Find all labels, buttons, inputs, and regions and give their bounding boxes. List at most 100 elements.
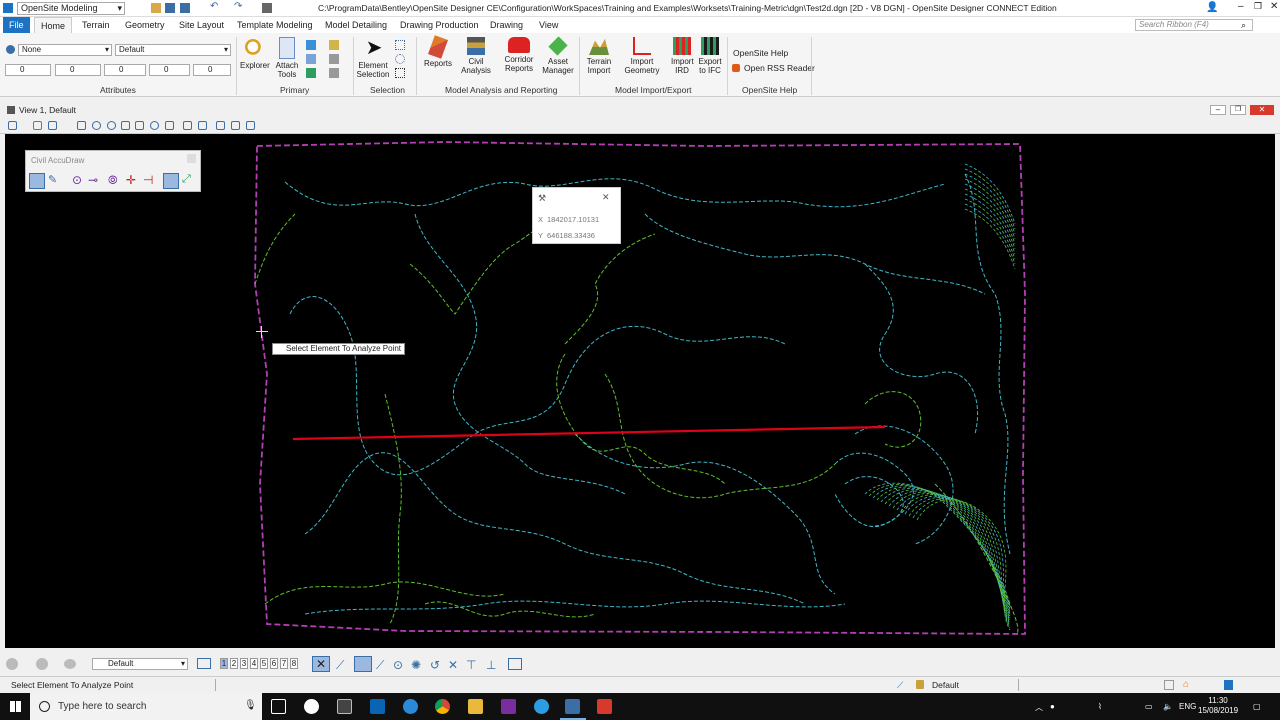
home-icon[interactable]: ⌂	[1183, 679, 1189, 690]
import-ird-button[interactable]: Import IRD	[669, 37, 695, 75]
reports-button[interactable]: Reports	[421, 35, 455, 69]
close-icon[interactable]: ✕	[1270, 1, 1278, 12]
snap-tangent-icon[interactable]: ↺	[430, 658, 440, 672]
edge-icon[interactable]	[403, 699, 418, 714]
select-circle-icon[interactable]	[395, 54, 405, 64]
save-icon[interactable]	[151, 3, 161, 13]
history-icon[interactable]	[64, 659, 76, 669]
terrain-import-button[interactable]: Terrain Import	[582, 37, 616, 75]
color-dropdown[interactable]: 0	[5, 64, 51, 76]
task-view-icon[interactable]	[271, 699, 286, 714]
station-offset-icon[interactable]: ⊣	[143, 173, 159, 189]
view-button-6[interactable]: 6	[270, 658, 278, 669]
fit-view-icon[interactable]	[135, 121, 144, 130]
microphone-icon[interactable]: 🎙	[244, 700, 257, 711]
analyze-point-icon[interactable]	[163, 173, 179, 189]
calculator-icon[interactable]	[337, 699, 352, 714]
models-icon[interactable]	[306, 54, 316, 64]
back-icon[interactable]	[6, 658, 18, 670]
snap-center-icon[interactable]: ⊙	[393, 658, 403, 672]
accudraw-settings-icon[interactable]: ✎	[48, 173, 64, 189]
maximize-icon[interactable]: ❐	[1254, 1, 1262, 12]
export-ifc-button[interactable]: Export to IFC	[696, 37, 724, 75]
app-icon[interactable]	[3, 3, 13, 13]
tab-model-detailing[interactable]: Model Detailing	[319, 17, 393, 33]
snap-nearest-icon[interactable]: ⟋	[336, 658, 344, 673]
snap-perp-icon[interactable]: ⟋	[376, 658, 384, 673]
tray-chevron-icon[interactable]: ︿	[1035, 702, 1043, 713]
zoom-in-icon[interactable]	[92, 121, 101, 130]
accudraw-toggle-icon[interactable]	[29, 173, 45, 189]
opensite-icon[interactable]	[304, 699, 319, 714]
accudraw-close-icon[interactable]	[187, 154, 196, 163]
chrome-icon[interactable]	[435, 699, 450, 714]
keyboard-language[interactable]: ENG	[1179, 702, 1196, 711]
asset-manager-button[interactable]: Asset Manager	[540, 36, 576, 75]
tab-drawing[interactable]: Drawing	[484, 17, 529, 33]
civil-analysis-button[interactable]: Civil Analysis	[456, 37, 496, 75]
fence-icon[interactable]	[329, 54, 339, 64]
outlook-icon[interactable]	[370, 699, 385, 714]
tab-template-modeling[interactable]: Template Modeling	[231, 17, 319, 33]
snap-keypoint-icon[interactable]: ✕	[312, 656, 330, 672]
element-selection-status-icon[interactable]: ⟋	[897, 680, 903, 691]
view-button-4[interactable]: 4	[250, 658, 258, 669]
tab-file[interactable]: File	[3, 17, 30, 33]
window-area-icon[interactable]	[121, 121, 130, 130]
view-button-7[interactable]: 7	[280, 658, 288, 669]
camera-icon[interactable]	[246, 121, 255, 130]
snap-parallel-icon[interactable]: ⊤	[466, 658, 476, 672]
view-button-3[interactable]: 3	[240, 658, 248, 669]
snap-origin-icon[interactable]: ✺	[411, 658, 421, 672]
open-icon[interactable]	[165, 3, 175, 13]
view-button-8[interactable]: 8	[290, 658, 298, 669]
display-style-icon[interactable]	[329, 40, 339, 50]
import-geometry-button[interactable]: Import Geometry	[620, 37, 664, 75]
text-style-dropdown[interactable]: Default ▾	[115, 44, 231, 56]
taskbar-search-input[interactable]: Type here to search 🎙	[30, 693, 262, 720]
view-next-icon[interactable]	[183, 121, 192, 130]
undo-icon[interactable]: ↶	[210, 1, 220, 12]
rotate-view-icon[interactable]	[150, 121, 159, 130]
tab-home[interactable]: Home	[34, 17, 73, 33]
save-settings-icon[interactable]	[180, 3, 190, 13]
snap-midpoint-icon[interactable]	[354, 656, 372, 672]
view-restore-icon[interactable]: ❐	[1230, 105, 1246, 115]
system-clock[interactable]: 11:30 15/08/2019	[1198, 696, 1238, 716]
view-button-5[interactable]: 5	[260, 658, 268, 669]
file-explorer-icon[interactable]	[468, 699, 483, 714]
tab-terrain[interactable]: Terrain	[76, 17, 116, 33]
corridor-reports-button[interactable]: Corridor Reports	[498, 37, 540, 73]
tray-app-icon[interactable]: ●	[1050, 702, 1055, 711]
drawing-canvas[interactable]	[5, 134, 1275, 648]
attach-tools-button[interactable]: Attach Tools	[272, 37, 302, 79]
user-icon[interactable]: 👤	[1206, 2, 1218, 13]
lock-icon[interactable]	[916, 680, 924, 689]
distance-direction-icon[interactable]: ⊙	[72, 173, 88, 189]
view-button-1[interactable]: 1	[220, 658, 228, 669]
tab-drawing-production[interactable]: Drawing Production	[394, 17, 485, 33]
clip-volume-icon[interactable]	[216, 121, 225, 130]
tray-volume-icon[interactable]: 🔈	[1163, 702, 1173, 711]
select-all-icon[interactable]	[395, 40, 405, 50]
explorer-button[interactable]: Explorer	[240, 37, 270, 71]
view-minimize-icon[interactable]: –	[1210, 105, 1226, 115]
skype-icon[interactable]	[534, 699, 549, 714]
print-icon[interactable]	[262, 3, 272, 13]
priority-dropdown[interactable]: 0	[193, 64, 231, 76]
connection-client-icon[interactable]	[597, 699, 612, 714]
views-icon[interactable]	[197, 658, 211, 669]
clip-icon[interactable]	[329, 68, 339, 78]
snap-intersection-icon[interactable]: ✕	[448, 658, 458, 672]
settings-icon[interactable]	[48, 121, 57, 130]
view-previous-icon[interactable]	[165, 121, 174, 130]
redo-icon[interactable]: ↷	[234, 1, 244, 12]
display-style-icon[interactable]	[33, 121, 42, 130]
message-center-icon[interactable]	[1224, 680, 1233, 690]
tray-battery-icon[interactable]: ▭	[1145, 702, 1153, 711]
snap-perpendicular-icon[interactable]: ⊥	[486, 658, 496, 672]
minimize-icon[interactable]: –	[1238, 1, 1244, 12]
zoom-out-icon[interactable]	[107, 121, 116, 130]
level-dropdown[interactable]: None ▾	[18, 44, 112, 56]
tray-wifi-icon[interactable]: ⌇	[1098, 702, 1102, 711]
